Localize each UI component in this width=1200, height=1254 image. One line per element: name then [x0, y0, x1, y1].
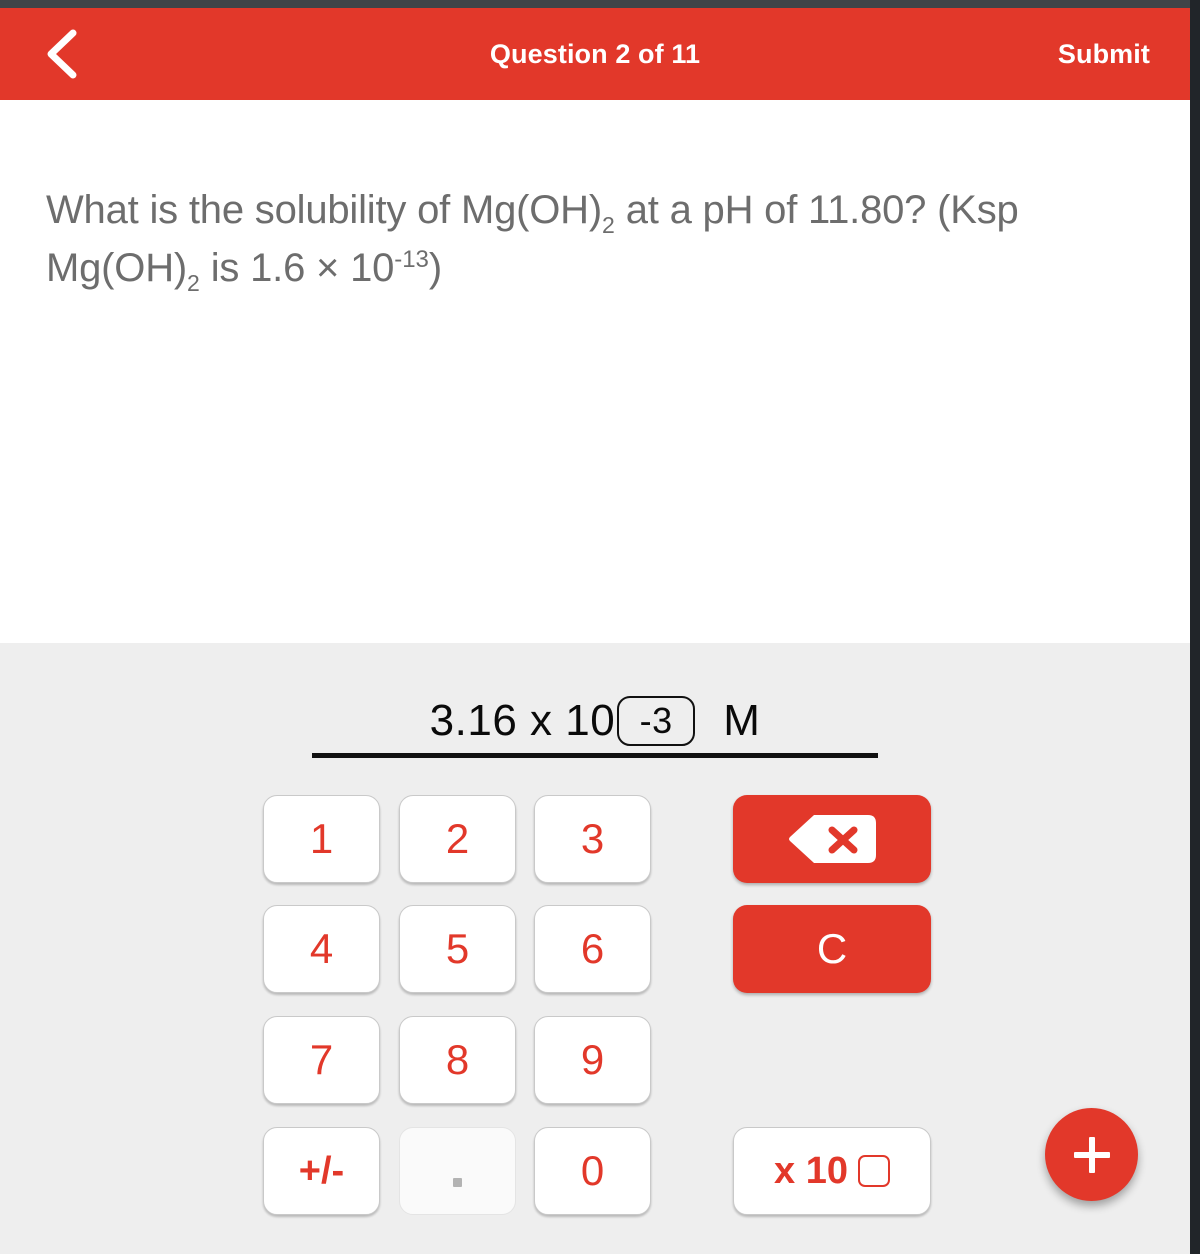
- question-subscript-1: 2: [601, 212, 615, 238]
- question-area: What is the solubility of Mg(OH)2 at a p…: [0, 100, 1190, 643]
- question-part-3: is 1.6 × 10: [199, 246, 395, 290]
- question-subscript-2: 2: [187, 270, 200, 296]
- exponent-placeholder-box: [857, 1155, 890, 1187]
- answer-unit: M: [723, 696, 761, 745]
- page-title: Question 2 of 11: [489, 38, 701, 69]
- question-part-1: What is the solubility of Mg(OH): [46, 188, 602, 232]
- keypad-grid: 1 2 3 4 5 6 C 7 8 9 +/- 0 x 10: [0, 795, 1190, 1235]
- key-0[interactable]: 0: [534, 1127, 651, 1215]
- key-9[interactable]: 9: [534, 1016, 651, 1104]
- key-4[interactable]: 4: [263, 905, 380, 993]
- key-clear[interactable]: C: [733, 905, 931, 993]
- answer-display[interactable]: 3.16 x 10 -3 M: [310, 686, 880, 756]
- question-superscript-1: -13: [394, 246, 429, 273]
- key-5[interactable]: 5: [399, 905, 516, 993]
- answer-mantissa: 3.16 x 10: [429, 696, 616, 745]
- answer-underline: [312, 753, 878, 758]
- app-screen: Question 2 of 11 Submit What is the solu…: [0, 0, 1200, 1254]
- key-8[interactable]: 8: [399, 1016, 516, 1104]
- question-text: What is the solubility of Mg(OH)2 at a p…: [46, 184, 1131, 300]
- device-frame-right-edge: [1190, 0, 1200, 1254]
- key-exponent-label: x 10: [774, 1149, 848, 1192]
- key-exponent[interactable]: x 10: [733, 1127, 931, 1215]
- app-header-bar: Question 2 of 11 Submit: [0, 8, 1190, 100]
- key-6[interactable]: 6: [534, 905, 651, 993]
- key-3[interactable]: 3: [534, 795, 651, 883]
- key-7[interactable]: 7: [263, 1016, 380, 1104]
- decimal-dot-icon: [453, 1177, 462, 1187]
- device-frame-top-edge: [0, 0, 1200, 8]
- key-decimal-point[interactable]: [399, 1127, 516, 1215]
- keypad-panel: 3.16 x 10 -3 M 1 2 3 4 5 6 C 7 8 9 +/- 0…: [0, 643, 1190, 1254]
- plus-icon: [1073, 1136, 1110, 1173]
- question-part-4: ): [428, 246, 443, 290]
- backspace-icon: [788, 813, 876, 865]
- key-1[interactable]: 1: [263, 795, 380, 883]
- key-sign-toggle[interactable]: +/-: [263, 1127, 380, 1215]
- answer-exponent-box[interactable]: -3: [617, 696, 696, 746]
- submit-button[interactable]: Submit: [1058, 39, 1150, 70]
- key-2[interactable]: 2: [399, 795, 516, 883]
- key-backspace[interactable]: [733, 795, 931, 883]
- add-floating-action-button[interactable]: [1045, 1108, 1138, 1201]
